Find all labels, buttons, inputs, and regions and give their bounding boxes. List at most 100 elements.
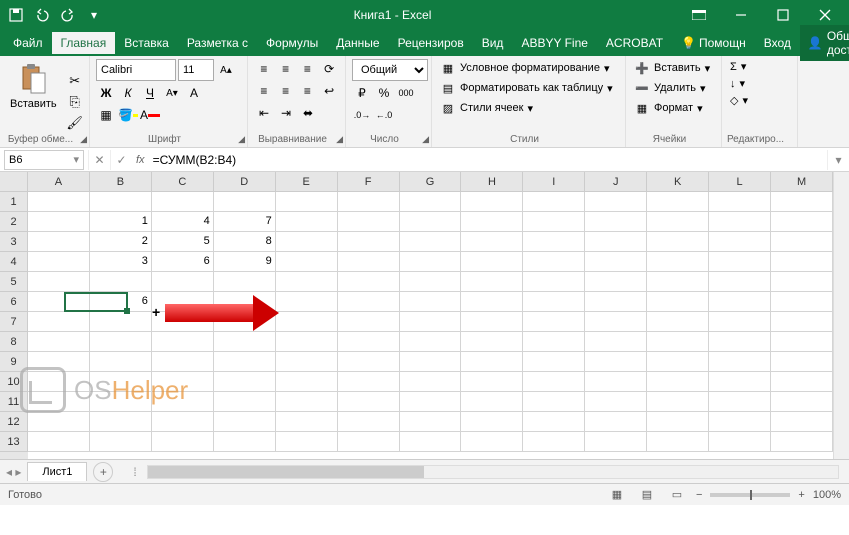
cell-L13[interactable] [709, 432, 771, 452]
cell-E12[interactable] [276, 412, 338, 432]
cell-A1[interactable] [28, 192, 90, 212]
cell-D3[interactable]: 8 [214, 232, 276, 252]
cell-D6[interactable] [214, 292, 276, 312]
name-box-dropdown-icon[interactable]: ▾ [73, 153, 79, 166]
cell-L9[interactable] [709, 352, 771, 372]
alignment-launcher-icon[interactable]: ◢ [336, 134, 343, 145]
cell-C1[interactable] [152, 192, 214, 212]
decrease-decimal-icon[interactable]: ←.0 [374, 105, 394, 125]
align-center-icon[interactable]: ≡ [276, 81, 296, 101]
align-bottom-icon[interactable]: ≡ [298, 59, 318, 79]
currency-icon[interactable]: ₽ [352, 83, 372, 103]
format-as-table-button[interactable]: ▤Форматировать как таблицу ▾ [438, 79, 615, 97]
cell-L11[interactable] [709, 392, 771, 412]
cell-K12[interactable] [647, 412, 709, 432]
sheet-tab-active[interactable]: Лист1 [27, 462, 87, 481]
col-header-H[interactable]: H [461, 172, 523, 192]
cell-E5[interactable] [276, 272, 338, 292]
cell-L3[interactable] [709, 232, 771, 252]
autosum-button[interactable]: Σ ▾ [728, 59, 750, 74]
cell-I2[interactable] [523, 212, 585, 232]
merge-icon[interactable]: ⬌ [298, 103, 318, 123]
name-box[interactable]: B6▾ [4, 150, 84, 170]
cell-M4[interactable] [771, 252, 833, 272]
share-button[interactable]: 👤Общий доступ [800, 25, 849, 61]
row-header-3[interactable]: 3 [0, 232, 28, 252]
cell-H5[interactable] [461, 272, 523, 292]
cell-H12[interactable] [461, 412, 523, 432]
comma-icon[interactable]: 000 [396, 83, 416, 103]
cell-B6[interactable]: 6 [90, 292, 152, 312]
cell-J10[interactable] [585, 372, 647, 392]
cell-M1[interactable] [771, 192, 833, 212]
cell-I9[interactable] [523, 352, 585, 372]
cell-H6[interactable] [461, 292, 523, 312]
cell-L12[interactable] [709, 412, 771, 432]
col-header-M[interactable]: M [771, 172, 833, 192]
add-sheet-button[interactable]: + [93, 462, 113, 482]
cell-M11[interactable] [771, 392, 833, 412]
cell-J11[interactable] [585, 392, 647, 412]
col-header-J[interactable]: J [585, 172, 647, 192]
cell-I6[interactable] [523, 292, 585, 312]
undo-icon[interactable] [30, 3, 54, 27]
cell-L2[interactable] [709, 212, 771, 232]
cell-B8[interactable] [90, 332, 152, 352]
cell-F6[interactable] [338, 292, 400, 312]
align-right-icon[interactable]: ≡ [298, 81, 318, 101]
cell-M10[interactable] [771, 372, 833, 392]
cell-E6[interactable] [276, 292, 338, 312]
tab-insert[interactable]: Вставка [115, 32, 178, 54]
tab-acrobat[interactable]: ACROBAT [597, 32, 672, 54]
cell-L10[interactable] [709, 372, 771, 392]
cell-G8[interactable] [400, 332, 462, 352]
font-color-icon[interactable]: A [140, 105, 160, 125]
col-header-G[interactable]: G [400, 172, 462, 192]
cell-A6[interactable] [28, 292, 90, 312]
cell-G9[interactable] [400, 352, 462, 372]
cut-icon[interactable]: ✂ [64, 71, 86, 91]
cell-K1[interactable] [647, 192, 709, 212]
cell-F4[interactable] [338, 252, 400, 272]
cell-E11[interactable] [276, 392, 338, 412]
cell-J9[interactable] [585, 352, 647, 372]
cell-J4[interactable] [585, 252, 647, 272]
cell-D10[interactable] [214, 372, 276, 392]
increase-decimal-icon[interactable]: .0→ [352, 105, 372, 125]
paste-button[interactable]: Вставить [6, 59, 61, 144]
cell-C2[interactable]: 4 [152, 212, 214, 232]
cell-G2[interactable] [400, 212, 462, 232]
cell-K10[interactable] [647, 372, 709, 392]
cell-H7[interactable] [461, 312, 523, 332]
cell-C8[interactable] [152, 332, 214, 352]
cell-A2[interactable] [28, 212, 90, 232]
cell-G7[interactable] [400, 312, 462, 332]
zoom-slider[interactable] [710, 493, 790, 497]
cell-J8[interactable] [585, 332, 647, 352]
tab-view[interactable]: Вид [473, 32, 513, 54]
clear-button[interactable]: ◇ ▾ [728, 93, 750, 108]
cell-L4[interactable] [709, 252, 771, 272]
cell-H4[interactable] [461, 252, 523, 272]
cell-H8[interactable] [461, 332, 523, 352]
cell-G13[interactable] [400, 432, 462, 452]
cell-D4[interactable]: 9 [214, 252, 276, 272]
cell-G6[interactable] [400, 292, 462, 312]
cell-I10[interactable] [523, 372, 585, 392]
cell-I11[interactable] [523, 392, 585, 412]
cell-D7[interactable] [214, 312, 276, 332]
fill-color-icon[interactable]: 🪣 [118, 105, 138, 125]
cell-C5[interactable] [152, 272, 214, 292]
cell-K2[interactable] [647, 212, 709, 232]
cell-G4[interactable] [400, 252, 462, 272]
font-launcher-icon[interactable]: ◢ [238, 134, 245, 145]
tab-abbyy[interactable]: ABBYY Fine [512, 32, 596, 54]
cell-I8[interactable] [523, 332, 585, 352]
copy-icon[interactable]: ⎘ [64, 92, 86, 112]
align-top-icon[interactable]: ≡ [254, 59, 274, 79]
cell-G11[interactable] [400, 392, 462, 412]
cell-A13[interactable] [28, 432, 90, 452]
cell-M13[interactable] [771, 432, 833, 452]
sheet-nav[interactable]: ◂ ▸ [0, 465, 27, 479]
cell-C13[interactable] [152, 432, 214, 452]
